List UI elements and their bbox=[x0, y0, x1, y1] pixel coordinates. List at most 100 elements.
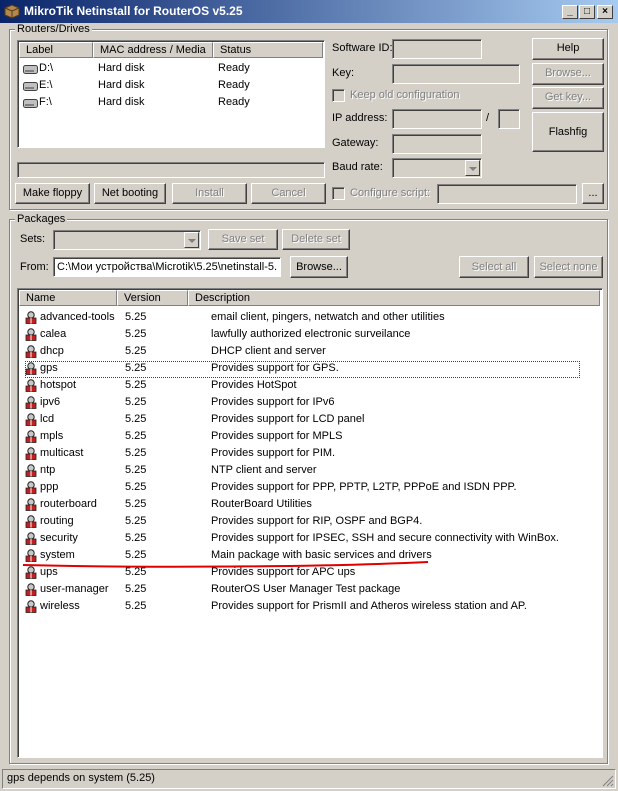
ip-address-label: IP address: bbox=[332, 112, 388, 124]
netmask-field[interactable] bbox=[498, 109, 520, 129]
keep-old-config-checkbox[interactable] bbox=[332, 89, 345, 102]
column-status[interactable]: Status bbox=[213, 42, 323, 58]
hard-disk-icon bbox=[23, 65, 38, 74]
from-label: From: bbox=[20, 261, 49, 273]
package-row[interactable]: security 5.25 Provides support for IPSEC, … bbox=[19, 531, 599, 548]
package-icon bbox=[25, 447, 37, 460]
package-version: 5.25 bbox=[125, 447, 147, 459]
drive-media: Hard disk bbox=[98, 62, 145, 74]
flashfig-button[interactable]: Flashfig bbox=[532, 112, 604, 152]
package-row[interactable]: routerboard 5.25 RouterBoard Utilities bbox=[19, 497, 599, 514]
package-icon bbox=[25, 583, 37, 596]
package-version: 5.25 bbox=[125, 583, 147, 595]
configure-script-checkbox[interactable] bbox=[332, 187, 345, 200]
package-row[interactable]: multicast 5.25 Provides support for PIM. bbox=[19, 446, 599, 463]
ip-separator: / bbox=[486, 112, 490, 124]
minimize-icon[interactable]: _ bbox=[562, 5, 578, 19]
package-name: ntp bbox=[40, 464, 56, 476]
package-version: 5.25 bbox=[125, 464, 147, 476]
package-row[interactable]: ppp 5.25 Provides support for PPP, PPTP, L… bbox=[19, 480, 599, 497]
configure-script-label: Configure script: bbox=[350, 187, 431, 199]
cancel-button[interactable]: Cancel bbox=[251, 183, 326, 204]
install-button[interactable]: Install bbox=[172, 183, 247, 204]
routers-drives-label: Routers/Drives bbox=[15, 23, 92, 35]
package-row[interactable]: advanced-tools 5.25 email client, pingers,… bbox=[19, 310, 599, 327]
column-mac-media[interactable]: MAC address / Media bbox=[93, 42, 213, 58]
keep-old-config-label: Keep old configuration bbox=[350, 89, 460, 101]
package-description: email client, pingers, netwatch and othe… bbox=[211, 311, 445, 323]
drive-row[interactable]: E:\ Hard disk Ready bbox=[19, 78, 323, 95]
mikrotik-box-icon bbox=[4, 4, 20, 19]
package-version: 5.25 bbox=[125, 600, 147, 612]
status-bar: gps depends on system (5.25) bbox=[2, 769, 616, 789]
net-booting-button[interactable]: Net booting bbox=[94, 183, 166, 204]
sets-select[interactable] bbox=[53, 230, 201, 250]
package-row[interactable]: hotspot 5.25 Provides HotSpot bbox=[19, 378, 599, 395]
package-row[interactable]: calea 5.25 lawfully authorized electronic … bbox=[19, 327, 599, 344]
status-text: gps depends on system (5.25) bbox=[7, 772, 155, 784]
package-name: advanced-tools bbox=[40, 311, 115, 323]
package-row[interactable]: wireless 5.25 Provides support for PrismII… bbox=[19, 599, 599, 616]
chevron-down-icon[interactable] bbox=[465, 160, 480, 176]
chevron-down-icon[interactable] bbox=[184, 232, 199, 248]
package-icon bbox=[25, 481, 37, 494]
browse-button[interactable]: Browse... bbox=[290, 256, 348, 278]
package-row[interactable]: lcd 5.25 Provides support for LCD panel bbox=[19, 412, 599, 429]
package-icon bbox=[25, 345, 37, 358]
hard-disk-icon bbox=[23, 82, 38, 91]
select-all-button[interactable]: Select all bbox=[459, 256, 529, 278]
resize-grip-icon[interactable] bbox=[602, 775, 614, 787]
package-row[interactable]: routing 5.25 Provides support for RIP, OSP… bbox=[19, 514, 599, 531]
package-version: 5.25 bbox=[125, 396, 147, 408]
column-description[interactable]: Description bbox=[188, 290, 600, 306]
package-version: 5.25 bbox=[125, 532, 147, 544]
package-name: security bbox=[40, 532, 78, 544]
package-version: 5.25 bbox=[125, 311, 147, 323]
help-button[interactable]: Help bbox=[532, 38, 604, 60]
package-description: Provides support for MPLS bbox=[211, 430, 343, 442]
package-icon bbox=[25, 413, 37, 426]
ip-address-field[interactable] bbox=[392, 109, 482, 129]
package-name: calea bbox=[40, 328, 67, 340]
browse-key-button[interactable]: Browse... bbox=[532, 63, 604, 85]
drive-row[interactable]: D:\ Hard disk Ready bbox=[19, 61, 323, 78]
package-description: Provides support for RIP, OSPF and BGP4. bbox=[211, 515, 423, 527]
save-set-button[interactable]: Save set bbox=[208, 229, 278, 250]
package-version: 5.25 bbox=[125, 345, 147, 357]
package-version: 5.25 bbox=[125, 430, 147, 442]
routers-list[interactable]: Label MAC address / Media Status D:\ Har… bbox=[17, 40, 325, 148]
package-description: Provides HotSpot bbox=[211, 379, 297, 391]
package-row[interactable]: user-manager 5.25 RouterOS User Manager Te… bbox=[19, 582, 599, 599]
package-name: lcd bbox=[40, 413, 55, 425]
gateway-field[interactable] bbox=[392, 134, 482, 154]
package-row[interactable]: ipv6 5.25 Provides support for IPv6 bbox=[19, 395, 599, 412]
column-label[interactable]: Label bbox=[19, 42, 93, 58]
maximize-icon[interactable]: □ bbox=[579, 5, 595, 19]
package-row[interactable]: dhcp 5.25 DHCP client and server bbox=[19, 344, 599, 361]
from-path-field[interactable]: C:\Мои устройства\Microtik\5.25\netinsta… bbox=[53, 257, 281, 277]
progress-bar bbox=[17, 162, 325, 178]
software-id-label: Software ID: bbox=[332, 42, 393, 54]
package-description: DHCP client and server bbox=[211, 345, 326, 357]
key-field[interactable] bbox=[392, 64, 520, 84]
delete-set-button[interactable]: Delete set bbox=[282, 229, 350, 250]
baud-rate-select[interactable] bbox=[392, 158, 482, 178]
close-icon[interactable]: × bbox=[597, 5, 613, 19]
software-id-field[interactable] bbox=[392, 39, 482, 59]
select-none-button[interactable]: Select none bbox=[534, 256, 603, 278]
configure-script-field[interactable] bbox=[437, 184, 577, 204]
column-version[interactable]: Version bbox=[117, 290, 188, 306]
drive-row[interactable]: F:\ Hard disk Ready bbox=[19, 95, 323, 112]
package-row[interactable]: ntp 5.25 NTP client and server bbox=[19, 463, 599, 480]
make-floppy-button[interactable]: Make floppy bbox=[15, 183, 90, 204]
package-name: routing bbox=[40, 515, 74, 527]
get-key-button[interactable]: Get key... bbox=[532, 87, 604, 109]
browse-script-button[interactable]: ... bbox=[582, 183, 604, 204]
package-name: user-manager bbox=[40, 583, 109, 595]
package-description: Provides support for LCD panel bbox=[211, 413, 365, 425]
column-name[interactable]: Name bbox=[19, 290, 117, 306]
packages-label: Packages bbox=[15, 213, 68, 225]
package-row[interactable]: mpls 5.25 Provides support for MPLS bbox=[19, 429, 599, 446]
window-title: MikroTik Netinstall for RouterOS v5.25 bbox=[24, 4, 243, 18]
packages-list[interactable]: Name Version Description advanced-tools 5… bbox=[17, 288, 603, 758]
